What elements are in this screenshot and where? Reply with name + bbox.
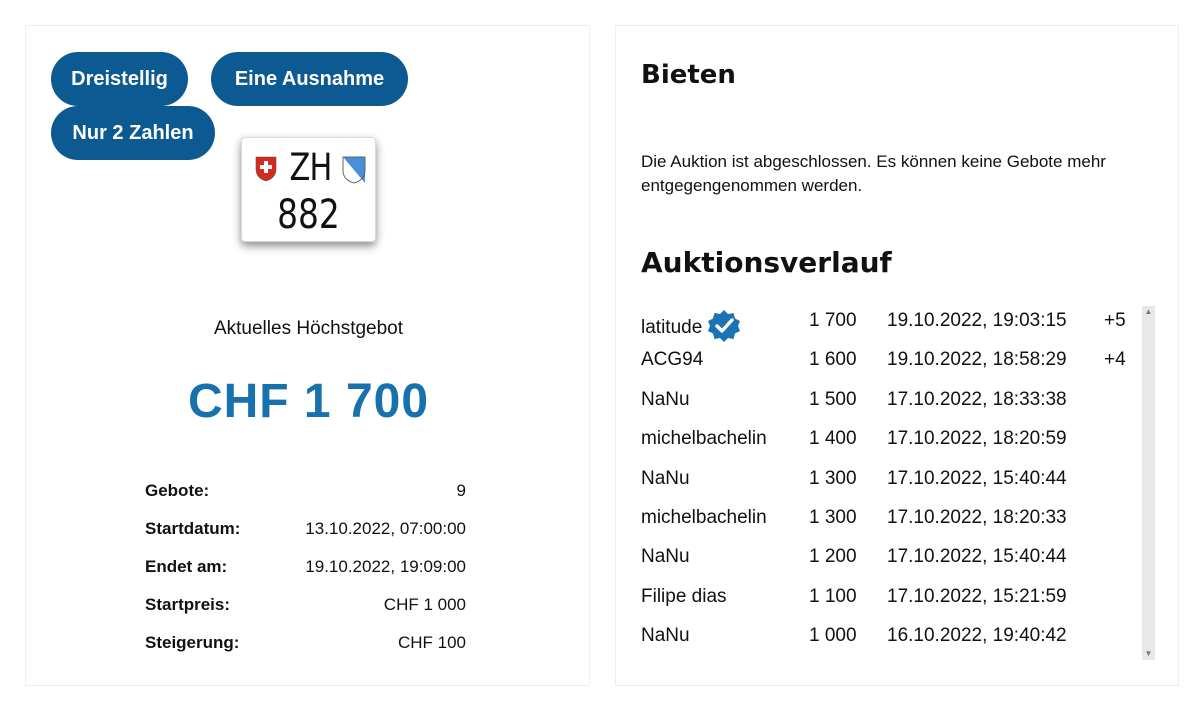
- bidder-name: michelbachelin: [641, 428, 767, 449]
- info-value: CHF 100: [397, 633, 466, 652]
- bid-amount: 1 000: [809, 625, 857, 646]
- list-item: Filipe dias 1 100 17.10.2022, 15:21:59: [641, 583, 1141, 613]
- swiss-flag-icon: [255, 156, 277, 182]
- plate-card: Dreistellig Eine Ausnahme Nur 2 Zahlen Z…: [25, 25, 590, 686]
- history-scrollbar[interactable]: ▲ ▼: [1142, 306, 1155, 660]
- bid-date: 17.10.2022, 15:40:44: [887, 546, 1067, 567]
- scroll-down-icon[interactable]: ▼: [1142, 648, 1155, 660]
- list-item: NaNu 1 300 17.10.2022, 15:40:44: [641, 465, 1141, 495]
- bid-amount: 1 200: [809, 546, 857, 567]
- bidder-name: latitude: [641, 310, 742, 346]
- info-value: 13.10.2022, 07:00:00: [305, 519, 466, 538]
- zurich-shield-icon: [342, 156, 366, 184]
- auction-closed-message: Die Auktion ist abgeschlossen. Es können…: [641, 152, 1106, 195]
- info-row-increment: Steigerung: CHF 100: [145, 631, 466, 655]
- info-row-end-date: Endet am: 19.10.2022, 19:09:00: [145, 555, 466, 579]
- current-bid-label: Aktuelles Höchstgebot: [213, 318, 404, 339]
- list-item: michelbachelin 1 300 17.10.2022, 18:20:3…: [641, 504, 1141, 534]
- bid-amount: 1 400: [809, 428, 857, 449]
- history-heading: Auktionsverlauf: [641, 246, 892, 279]
- tag-nur-2-zahlen[interactable]: Nur 2 Zahlen: [51, 106, 215, 160]
- list-item: ACG94 1 600 19.10.2022, 18:58:29 +4: [641, 346, 1141, 376]
- bid-date: 16.10.2022, 19:40:42: [887, 625, 1067, 646]
- bid-amount: 1 300: [809, 507, 857, 528]
- bidder-name: NaNu: [641, 389, 690, 410]
- bid-date: 17.10.2022, 15:40:44: [887, 468, 1067, 489]
- bidder-name: NaNu: [641, 625, 690, 646]
- bid-date: 19.10.2022, 18:58:29: [887, 349, 1067, 370]
- bidder-name: NaNu: [641, 468, 690, 489]
- bid-count-badge: +4: [1104, 349, 1126, 370]
- info-value: CHF 1 000: [383, 595, 466, 614]
- list-item: NaNu 1 500 17.10.2022, 18:33:38: [641, 386, 1141, 416]
- bid-amount: 1 700: [809, 310, 857, 331]
- bid-date: 17.10.2022, 18:33:38: [887, 389, 1067, 410]
- bid-count-badge: +5: [1104, 310, 1126, 331]
- bidder-name: michelbachelin: [641, 507, 767, 528]
- info-value: 19.10.2022, 19:09:00: [305, 557, 466, 576]
- verified-badge-icon: [708, 310, 741, 342]
- info-label: Endet am:: [145, 557, 228, 576]
- list-item: latitude 1 700 19.10.2022, 19:03:15 +5: [641, 307, 1141, 342]
- info-label: Gebote:: [145, 481, 210, 500]
- bid-amount: 1 500: [809, 389, 857, 410]
- list-item: NaNu 1 000 16.10.2022, 19:40:42: [641, 622, 1141, 652]
- bid-amount: 1 300: [809, 468, 857, 489]
- plate-number: 882: [277, 192, 340, 238]
- scroll-up-icon[interactable]: ▲: [1142, 306, 1155, 318]
- info-label: Startdatum:: [145, 519, 241, 538]
- bidder-name: Filipe dias: [641, 586, 727, 607]
- info-row-bids: Gebote: 9: [145, 479, 466, 503]
- tag-eine-ausnahme[interactable]: Eine Ausnahme: [211, 52, 408, 106]
- bid-date: 19.10.2022, 19:03:15: [887, 310, 1067, 331]
- bid-date: 17.10.2022, 18:20:33: [887, 507, 1067, 528]
- bieten-heading: Bieten: [641, 60, 736, 90]
- bid-amount: 1 100: [809, 586, 857, 607]
- list-item: michelbachelin 1 400 17.10.2022, 18:20:5…: [641, 425, 1141, 455]
- bid-date: 17.10.2022, 18:20:59: [887, 428, 1067, 449]
- bidder-name: ACG94: [641, 349, 704, 370]
- info-value: 9: [456, 481, 466, 500]
- license-plate: ZH 882: [241, 137, 376, 242]
- bidder-name: NaNu: [641, 546, 690, 567]
- info-row-start-price: Startpreis: CHF 1 000: [145, 593, 466, 617]
- info-label: Startpreis:: [145, 595, 231, 614]
- plate-canton: ZH: [289, 146, 333, 189]
- current-bid-amount: CHF 1 700: [187, 375, 430, 428]
- tag-dreistellig[interactable]: Dreistellig: [51, 52, 188, 106]
- info-row-start-date: Startdatum: 13.10.2022, 07:00:00: [145, 517, 466, 541]
- info-label: Steigerung:: [145, 633, 240, 652]
- bid-date: 17.10.2022, 15:21:59: [887, 586, 1067, 607]
- bid-history-list[interactable]: latitude 1 700 19.10.2022, 19:03:15 +5 A…: [641, 307, 1141, 662]
- list-item: NaNu 1 200 17.10.2022, 15:40:44: [641, 543, 1141, 573]
- bidding-card: Bieten Die Auktion ist abgeschlossen. Es…: [615, 25, 1179, 686]
- bid-amount: 1 600: [809, 349, 857, 370]
